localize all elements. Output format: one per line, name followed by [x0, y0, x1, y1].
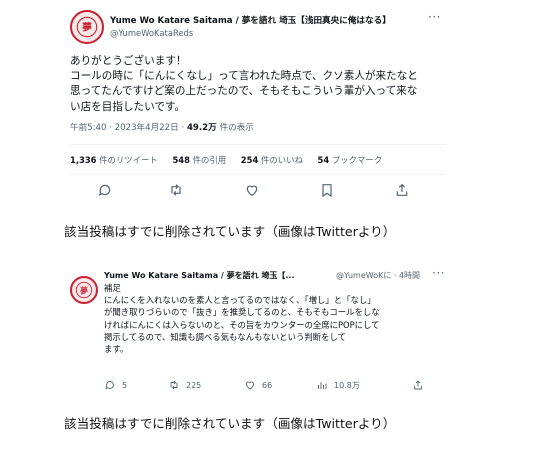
view-count-label: 件の表示	[216, 123, 254, 133]
bookmark-icon[interactable]	[319, 182, 335, 198]
reply-icon[interactable]	[104, 379, 116, 391]
user-handle[interactable]: @YumeWoKataReds	[110, 28, 193, 38]
views-count: 10.8万	[334, 380, 360, 390]
like-icon[interactable]	[244, 182, 260, 198]
views-icon[interactable]	[316, 379, 328, 391]
avatar[interactable]: 夢	[70, 10, 104, 44]
share-action[interactable]	[412, 378, 424, 392]
bookmarks-stat[interactable]: 54 ブックマーク	[318, 155, 383, 165]
retweets-stat[interactable]: 1,336 件のリツイート	[70, 155, 158, 165]
engagement-stats: 1,336 件のリツイート 548 件の引用 254 件のいいね 54 ブックマ…	[70, 154, 394, 166]
retweet-icon[interactable]	[168, 182, 184, 198]
tweet-body-line: 思ってたんですけど案の上だったので、そもそもこういう輩が入って来な	[70, 85, 418, 98]
user-handle-time[interactable]: @YumeWoKに · 4時間	[336, 270, 420, 281]
svg-text:夢: 夢	[80, 285, 88, 295]
more-options-icon[interactable]: ···	[432, 268, 445, 280]
tweet-body: 補足 にんにくを入れないのを素人と言ってるのではなく、「増し」と「なし」 が聞き…	[104, 282, 450, 355]
tweet-body-line: にんにくを入れないのを素人と言ってるのではなく、「増し」と「なし」	[104, 295, 376, 306]
tweet-body-line: い店を目指したいです。	[70, 100, 186, 113]
svg-text:夢: 夢	[82, 21, 92, 34]
tweet-body-line: ます。	[104, 344, 129, 355]
reply-icon[interactable]	[97, 182, 113, 198]
avatar-logo-icon: 夢	[73, 13, 101, 41]
retweet-action[interactable]: 225	[168, 378, 201, 392]
reply-count: 5	[122, 380, 128, 390]
tweet-body-line: ありがとうございます！	[70, 55, 187, 67]
more-options-icon[interactable]: ···	[428, 10, 441, 24]
quotes-stat[interactable]: 548 件の引用	[172, 155, 226, 165]
tweet-metadata: 午前5:40 · 2023年4月22日 · 49.2万 件の表示	[70, 121, 254, 133]
tweet-body-line: 補足	[104, 283, 121, 293]
like-count: 66	[262, 380, 273, 390]
display-name[interactable]: Yume Wo Katare Saitama / 夢を語れ 埼玉【...	[104, 270, 295, 281]
display-name[interactable]: Yume Wo Katare Saitama / 夢を語れ 埼玉【浅田真央に俺は…	[110, 14, 391, 26]
retweet-icon[interactable]	[168, 379, 180, 391]
view-count: 49.2万	[186, 123, 217, 133]
tweet-card-1: 夢 Yume Wo Katare Saitama / 夢を語れ 埼玉【浅田真央に…	[64, 4, 452, 204]
share-icon[interactable]	[394, 182, 410, 198]
divider	[70, 144, 446, 145]
like-icon[interactable]	[244, 379, 256, 391]
tweet-timestamp[interactable]: 午前5:40 · 2023年4月22日 ·	[70, 123, 187, 133]
like-action[interactable]: 66	[244, 378, 272, 392]
tweet-body: ありがとうございます！ コールの時に「にんにくなし」って言われた時点で、クソ素人…	[70, 54, 448, 115]
share-icon[interactable]	[412, 379, 424, 391]
divider	[70, 174, 446, 175]
retweet-count: 225	[186, 380, 202, 390]
tweet-body-line: 掲示してるので、知識も調べる気もなんもないという判断をして	[104, 331, 347, 342]
image-caption: 該当投稿はすでに削除されています（画像はTwitterより）	[64, 416, 396, 431]
tweet-card-2: 夢 Yume Wo Katare Saitama / 夢を語れ 埼玉【... @…	[64, 268, 452, 404]
tweet-body-line: が聞き取りづらいので「抜き」を推奨してるのと、そもそもコールをしな	[104, 307, 380, 318]
avatar[interactable]: 夢	[70, 276, 98, 304]
tweet-body-line: ければにんにくは入らないのと、その旨をカウンターの全席にPOPにして	[104, 319, 380, 330]
likes-stat[interactable]: 254 件のいいね	[241, 155, 303, 165]
reply-action[interactable]: 5	[104, 378, 127, 392]
views-action[interactable]: 10.8万	[316, 378, 360, 392]
avatar-logo-icon: 夢	[73, 279, 95, 301]
image-caption: 該当投稿はすでに削除されています（画像はTwitterより）	[64, 224, 396, 239]
tweet-body-line: コールの時に「にんにくなし」って言われた時点で、クソ素人が来たなと	[70, 70, 418, 83]
